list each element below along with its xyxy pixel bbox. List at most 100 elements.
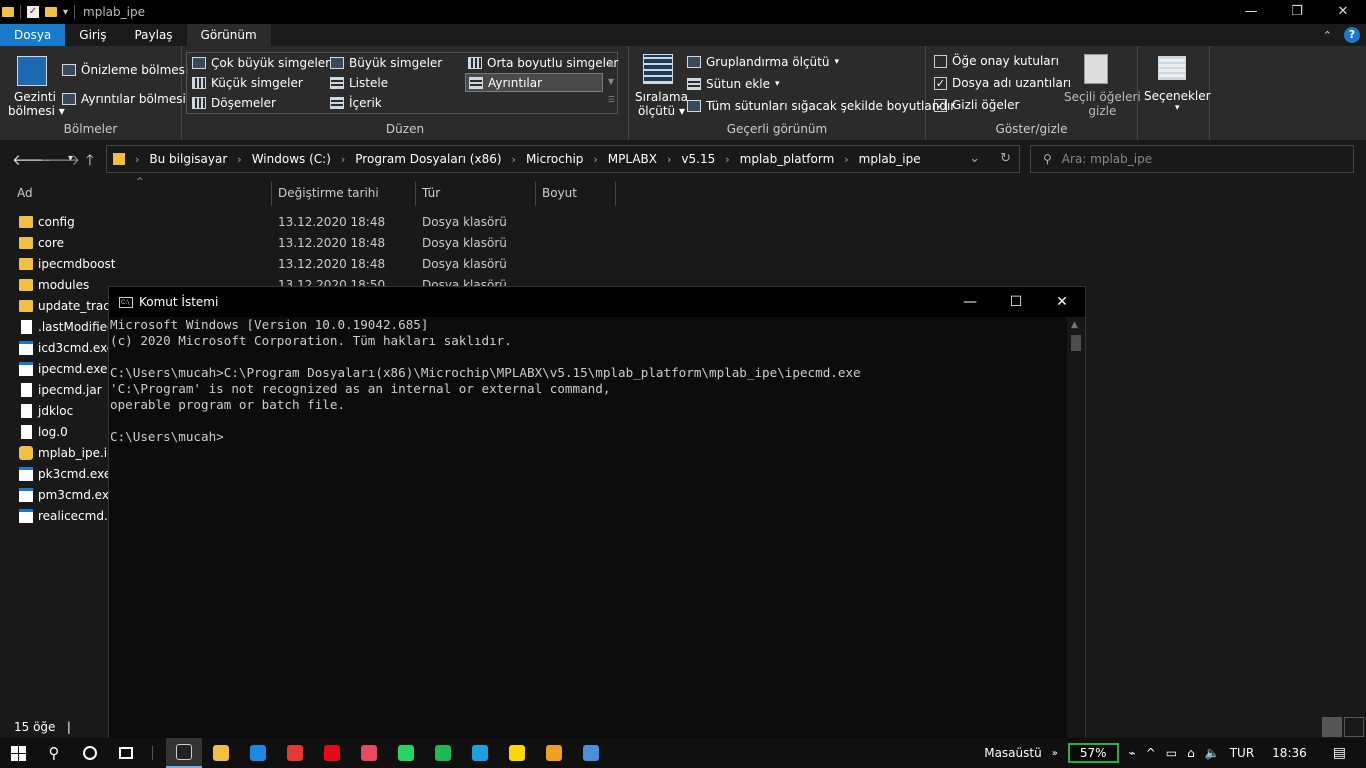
chevron-down-icon[interactable]: ▾ xyxy=(63,7,68,18)
group-by-button[interactable]: Gruplandırma ölçütü ▾ xyxy=(687,55,839,69)
layout-tiles[interactable]: Döşemeler xyxy=(192,96,276,110)
taskbar-app-app-blue[interactable] xyxy=(573,738,609,768)
layout-medium-icons[interactable]: Orta boyutlu simgeler xyxy=(468,56,618,70)
file-extensions-toggle[interactable]: ✓ Dosya adı uzantıları xyxy=(934,76,1071,90)
new-folder-icon[interactable] xyxy=(45,7,57,17)
chevron-right-icon[interactable]: » xyxy=(1052,748,1058,759)
layout-small-icons[interactable]: Küçük simgeler xyxy=(192,76,303,90)
checkbox-checked[interactable]: ✓ xyxy=(934,76,947,90)
navigation-pane-button[interactable]: Gezinti bölmesi ▾ xyxy=(8,90,65,118)
details-view-button[interactable] xyxy=(1322,717,1342,737)
breadcrumb-item[interactable]: mplab_platform xyxy=(740,152,835,166)
breadcrumb-item[interactable]: mplab_ipe xyxy=(859,152,921,166)
taskbar-app-mail[interactable] xyxy=(240,738,276,768)
cortana-button[interactable] xyxy=(72,738,108,768)
breadcrumb-item[interactable]: Windows (C:) xyxy=(252,152,331,166)
gallery-scroll[interactable]: ▲ ▼ ☰ xyxy=(608,55,615,109)
cmd-scrollbar[interactable]: ▲ xyxy=(1067,317,1085,739)
sort-by-button[interactable]: Sıralama ölçütü ▾ xyxy=(635,90,688,118)
layout-details[interactable]: Ayrıntılar xyxy=(465,73,603,92)
file-row[interactable]: config 13.12.2020 18:48 Dosya klasörü xyxy=(0,212,1366,233)
taskbar-app-netflix[interactable] xyxy=(314,738,350,768)
address-bar[interactable]: › Bu bilgisayar › Windows (C:) › Program… xyxy=(106,145,1020,173)
breadcrumb-item[interactable]: Bu bilgisayar xyxy=(149,152,227,166)
breadcrumb-item[interactable]: MPLABX xyxy=(608,152,657,166)
cmd-maximize-button[interactable]: ☐ xyxy=(993,287,1039,317)
scroll-up-icon[interactable]: ▲ xyxy=(1071,320,1078,330)
chevron-down-icon[interactable]: ⌄ xyxy=(969,151,980,166)
hide-selected-button[interactable]: Seçili öğeleri gizle xyxy=(1064,90,1141,118)
refresh-icon[interactable]: ↻ xyxy=(1000,151,1011,166)
notifications-icon[interactable]: ▤ xyxy=(1333,745,1346,761)
preview-pane-button[interactable]: Önizleme bölmesi xyxy=(62,63,188,77)
scroll-thumb[interactable] xyxy=(1071,335,1081,351)
taskbar-app-file-explorer[interactable] xyxy=(203,738,239,768)
tab-view[interactable]: Görünüm xyxy=(186,24,271,46)
breadcrumb-item[interactable]: v5.15 xyxy=(681,152,715,166)
column-divider[interactable] xyxy=(535,182,536,206)
sort-icon[interactable] xyxy=(643,54,673,84)
taskbar-app-cmd[interactable] xyxy=(166,738,202,768)
close-button[interactable]: ✕ xyxy=(1320,0,1366,24)
hidden-items-toggle[interactable]: ✓ Gizli öğeler xyxy=(934,98,1019,112)
file-row[interactable]: core 13.12.2020 18:48 Dosya klasörü xyxy=(0,233,1366,254)
task-view-button[interactable] xyxy=(108,738,144,768)
chevron-right-icon[interactable]: › xyxy=(593,153,597,166)
chevron-right-icon[interactable]: › xyxy=(844,153,848,166)
chevron-right-icon[interactable]: › xyxy=(237,153,241,166)
taskbar-app-mplab-ipe[interactable] xyxy=(536,738,572,768)
layout-extra-large-icons[interactable]: Çok büyük simgeler xyxy=(192,56,330,70)
checkbox-unchecked[interactable] xyxy=(934,54,947,68)
search-box[interactable]: ⚲ Ara: mplab_ipe xyxy=(1030,145,1354,173)
column-divider[interactable] xyxy=(271,182,272,206)
chevron-right-icon[interactable]: › xyxy=(667,153,671,166)
tab-home[interactable]: Giriş xyxy=(65,24,120,46)
column-header-name[interactable]: Ad xyxy=(17,186,33,200)
language-indicator[interactable]: TUR xyxy=(1230,746,1254,760)
clock[interactable]: 18:36 xyxy=(1272,746,1307,760)
chevron-right-icon[interactable]: › xyxy=(341,153,345,166)
pen-icon[interactable]: ⌁ xyxy=(1129,746,1136,760)
add-column-button[interactable]: Sütun ekle ▾ xyxy=(687,77,780,91)
search-button[interactable]: ⚲ xyxy=(36,738,72,768)
checkbox-checked[interactable]: ✓ xyxy=(934,98,947,112)
taskbar-app-sticky-notes[interactable] xyxy=(499,738,535,768)
forward-arrow-icon[interactable]: 🡒 xyxy=(40,150,80,169)
options-button[interactable]: Seçenekler ▾ xyxy=(1144,89,1211,113)
taskbar-app-app-l[interactable] xyxy=(462,738,498,768)
chevron-right-icon[interactable]: › xyxy=(725,153,729,166)
chevron-up-icon[interactable]: ^ xyxy=(1146,746,1156,760)
layout-list[interactable]: Listele xyxy=(330,76,388,90)
column-divider[interactable] xyxy=(415,182,416,206)
fit-columns-button[interactable]: Tüm sütunları sığacak şekilde boyutlandı… xyxy=(687,99,955,113)
console-output[interactable]: Microsoft Windows [Version 10.0.19042.68… xyxy=(109,317,1067,739)
battery-indicator[interactable]: 57% xyxy=(1067,743,1119,763)
taskbar-app-whatsapp[interactable] xyxy=(388,738,424,768)
command-prompt-window[interactable]: C:\ Komut İstemi — ☐ ✕ Microsoft Windows… xyxy=(108,286,1086,740)
restore-button[interactable]: ❐ xyxy=(1274,0,1320,24)
breadcrumb-item[interactable]: Microchip xyxy=(526,152,583,166)
tab-share[interactable]: Paylaş xyxy=(120,24,186,46)
details-pane-button[interactable]: Ayrıntılar bölmesi xyxy=(62,92,186,106)
chevron-up-icon[interactable]: ⌃ xyxy=(1323,29,1332,42)
minimize-button[interactable]: — xyxy=(1228,0,1274,24)
up-arrow-icon[interactable]: 🡑 xyxy=(86,150,94,175)
tab-file[interactable]: Dosya xyxy=(0,24,66,46)
column-divider[interactable] xyxy=(615,182,616,206)
cmd-minimize-button[interactable]: — xyxy=(947,287,993,317)
column-header-date[interactable]: Değiştirme tarihi xyxy=(278,186,379,200)
network-icon[interactable]: ⌂ xyxy=(1187,746,1195,760)
properties-icon[interactable]: ✓ xyxy=(27,6,39,18)
navigation-pane-icon[interactable] xyxy=(17,56,47,86)
taskbar-app-chrome[interactable] xyxy=(277,738,313,768)
item-checkboxes-toggle[interactable]: Öğe onay kutuları xyxy=(934,54,1059,68)
help-icon[interactable]: ? xyxy=(1344,27,1360,43)
recent-locations-icon[interactable]: ▾ xyxy=(68,153,73,164)
large-icons-view-button[interactable] xyxy=(1344,717,1364,737)
column-header-size[interactable]: Boyut xyxy=(542,186,577,200)
chevron-right-icon[interactable]: › xyxy=(135,153,139,166)
chevron-right-icon[interactable]: › xyxy=(512,153,516,166)
column-header-type[interactable]: Tür xyxy=(422,186,440,200)
desktop-toolbar[interactable]: Masaüstü xyxy=(984,746,1041,760)
volume-icon[interactable]: 🔈 xyxy=(1205,746,1220,760)
